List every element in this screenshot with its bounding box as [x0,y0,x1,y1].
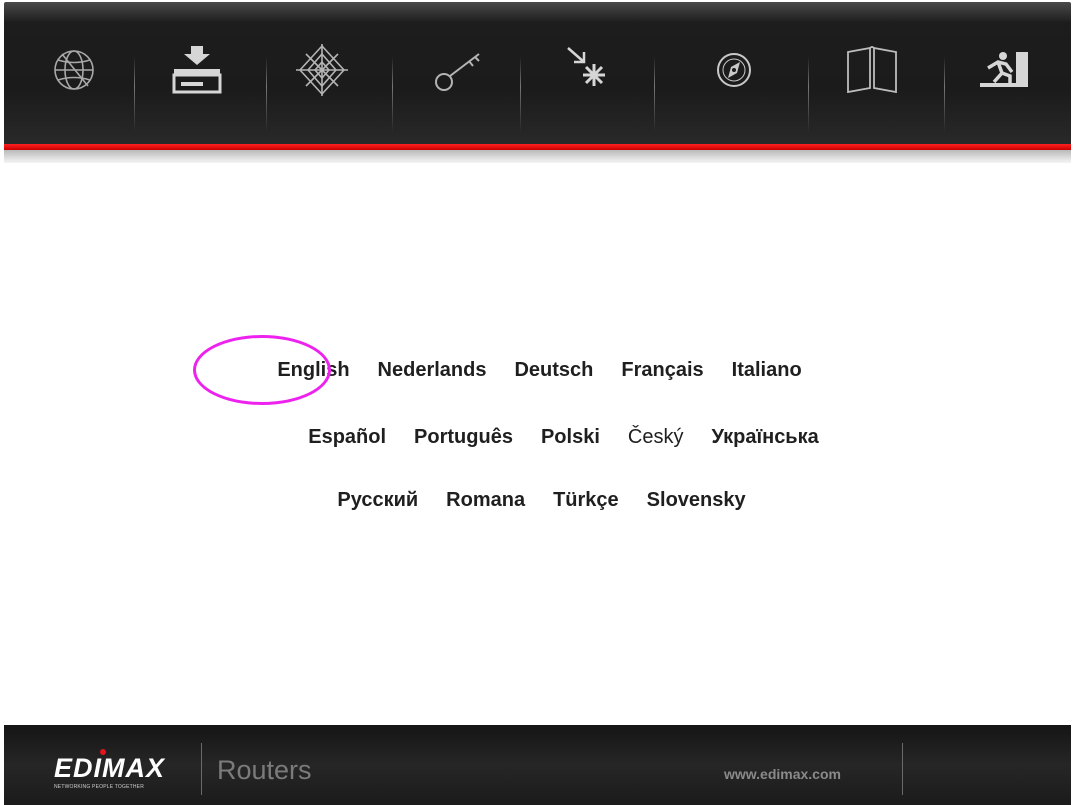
compass-icon[interactable] [704,42,764,98]
language-row-2: Español Português Polski Český Українськ… [0,422,1073,452]
top-toolbar [4,2,1071,148]
language-nederlands[interactable]: Nederlands [378,359,487,382]
language-row-1: English Nederlands Deutsch Français Ital… [0,355,1073,385]
toolbar-separator [808,56,809,132]
edimax-logo: EDIMAX NETWORKING PEOPLE TOGETHER [54,749,184,793]
toolbar-separator [266,56,267,132]
toolbar-separator [134,56,135,132]
language-deutsch[interactable]: Deutsch [514,359,593,382]
toolbar-separator [392,56,393,132]
logo-tagline: NETWORKING PEOPLE TOGETHER [54,784,145,790]
language-slovensky[interactable]: Slovensky [647,489,746,512]
toolbar-separator [944,56,945,132]
language-cesky[interactable]: Český [628,426,684,449]
language-italiano[interactable]: Italiano [732,359,802,382]
logo-dot [100,749,106,755]
toolbar-separator [654,56,655,132]
footer-separator [902,743,903,795]
spark-icon[interactable] [562,42,622,98]
key-icon[interactable] [429,42,489,98]
logo-brand: EDIMAX [54,753,166,783]
language-row-3: Русский Romana Türkçe Slovensky [0,485,1073,515]
footer-bar: EDIMAX NETWORKING PEOPLE TOGETHER Router… [4,725,1071,805]
toolbar-separator [520,56,521,132]
manual-book-icon[interactable] [842,42,902,98]
language-ukrainian[interactable]: Українська [711,426,818,449]
website-link[interactable]: www.edimax.com [724,766,841,782]
footer-separator [201,743,202,795]
exit-icon[interactable] [976,42,1036,98]
language-turkce[interactable]: Türkçe [553,489,619,512]
product-category: Routers [217,755,312,785]
divider [4,150,1071,163]
language-francais[interactable]: Français [621,359,703,382]
globe-icon[interactable] [44,42,104,98]
language-polski[interactable]: Polski [541,426,600,449]
language-portugues[interactable]: Português [414,426,513,449]
network-web-icon[interactable] [292,42,352,98]
install-icon[interactable] [167,42,227,98]
language-espanol[interactable]: Español [308,426,386,449]
language-russian[interactable]: Русский [337,489,418,512]
selection-highlight-circle [193,335,331,405]
language-romana[interactable]: Romana [446,489,525,512]
